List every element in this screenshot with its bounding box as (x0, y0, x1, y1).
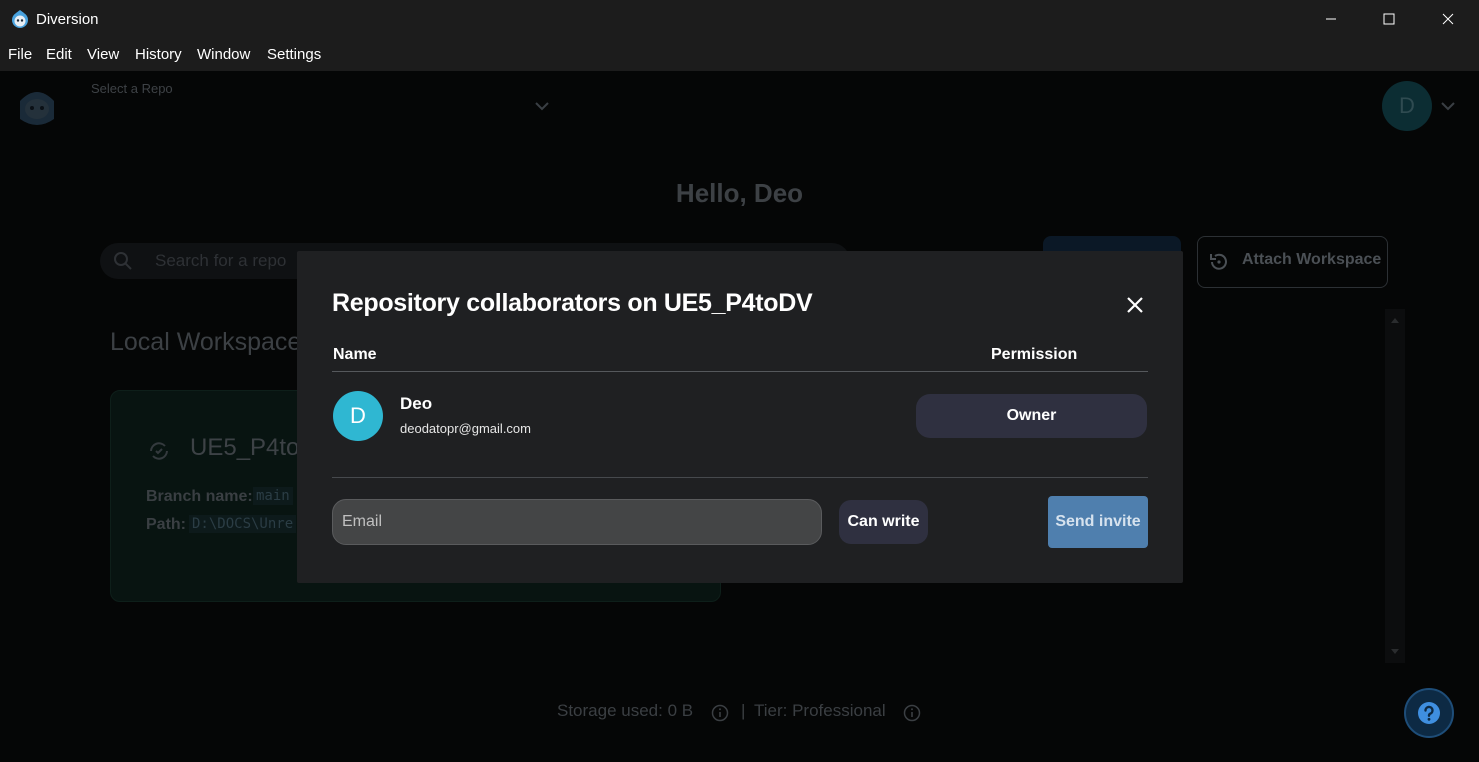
maximize-icon (1383, 13, 1395, 25)
avatar: D (333, 391, 383, 441)
menu-bar: File Edit View History Window Settings (0, 38, 1479, 71)
title-bar: Diversion (0, 0, 1479, 38)
info-icon[interactable] (711, 704, 729, 722)
branch-label: Branch name: (146, 488, 253, 505)
attach-workspace-label: Attach Workspace (1242, 251, 1382, 268)
storage-used: Storage used: 0 B (557, 701, 694, 720)
minimize-button[interactable] (1302, 0, 1360, 38)
close-window-button[interactable] (1419, 0, 1477, 38)
tier-label: Tier: Professional (754, 701, 886, 720)
search-icon (114, 252, 132, 270)
local-workspaces-title: Local Workspace (110, 328, 302, 356)
dialog-title: Repository collaborators on UE5_P4toDV (332, 289, 813, 317)
repo-select-label[interactable]: Select a Repo (91, 81, 173, 96)
info-icon[interactable] (903, 704, 921, 722)
email-field[interactable] (332, 499, 822, 545)
chevron-down-icon[interactable] (534, 98, 550, 114)
permission-owner-badge[interactable]: Owner (916, 394, 1147, 438)
app-logo-icon (12, 10, 28, 28)
menu-view[interactable]: View (87, 46, 119, 63)
close-icon (1127, 297, 1143, 313)
path-value: D:\DOCS\Unre (189, 515, 297, 533)
menu-file[interactable]: File (8, 46, 32, 63)
menu-window[interactable]: Window (197, 46, 250, 63)
path-label: Path: (146, 516, 186, 533)
maximize-button[interactable] (1360, 0, 1418, 38)
column-header-permission: Permission (991, 346, 1078, 363)
menu-history[interactable]: History (135, 46, 182, 63)
send-invite-button[interactable]: Send invite (1048, 496, 1148, 548)
window-title: Diversion (36, 11, 99, 28)
dialog-close-button[interactable] (1122, 292, 1148, 318)
scroll-up-icon[interactable] (1390, 316, 1400, 324)
close-icon (1442, 13, 1454, 25)
sync-icon (150, 442, 168, 460)
sloth-logo-icon[interactable] (16, 83, 58, 129)
workspace-name: UE5_P4to (190, 434, 300, 461)
help-button[interactable] (1404, 688, 1454, 738)
divider (332, 371, 1148, 372)
permission-select[interactable]: Can write (839, 500, 928, 544)
minimize-icon (1326, 18, 1336, 20)
attach-icon (1210, 253, 1227, 270)
collaborator-name: Deo (400, 394, 433, 413)
footer-separator: | (741, 701, 746, 720)
collaborator-email: deodatopr@gmail.com (400, 421, 531, 436)
greeting: Hello, Deo (675, 178, 804, 208)
divider (332, 477, 1148, 478)
menu-edit[interactable]: Edit (46, 46, 72, 63)
help-icon (1418, 702, 1440, 724)
search-placeholder: Search for a repo (155, 251, 287, 270)
column-header-name: Name (333, 346, 377, 363)
menu-settings[interactable]: Settings (267, 46, 321, 63)
scroll-down-icon[interactable] (1390, 648, 1400, 656)
branch-value: main (253, 487, 293, 505)
scrollbar[interactable] (1385, 309, 1405, 663)
chevron-down-icon[interactable] (1440, 98, 1456, 114)
avatar[interactable]: D (1382, 81, 1432, 131)
